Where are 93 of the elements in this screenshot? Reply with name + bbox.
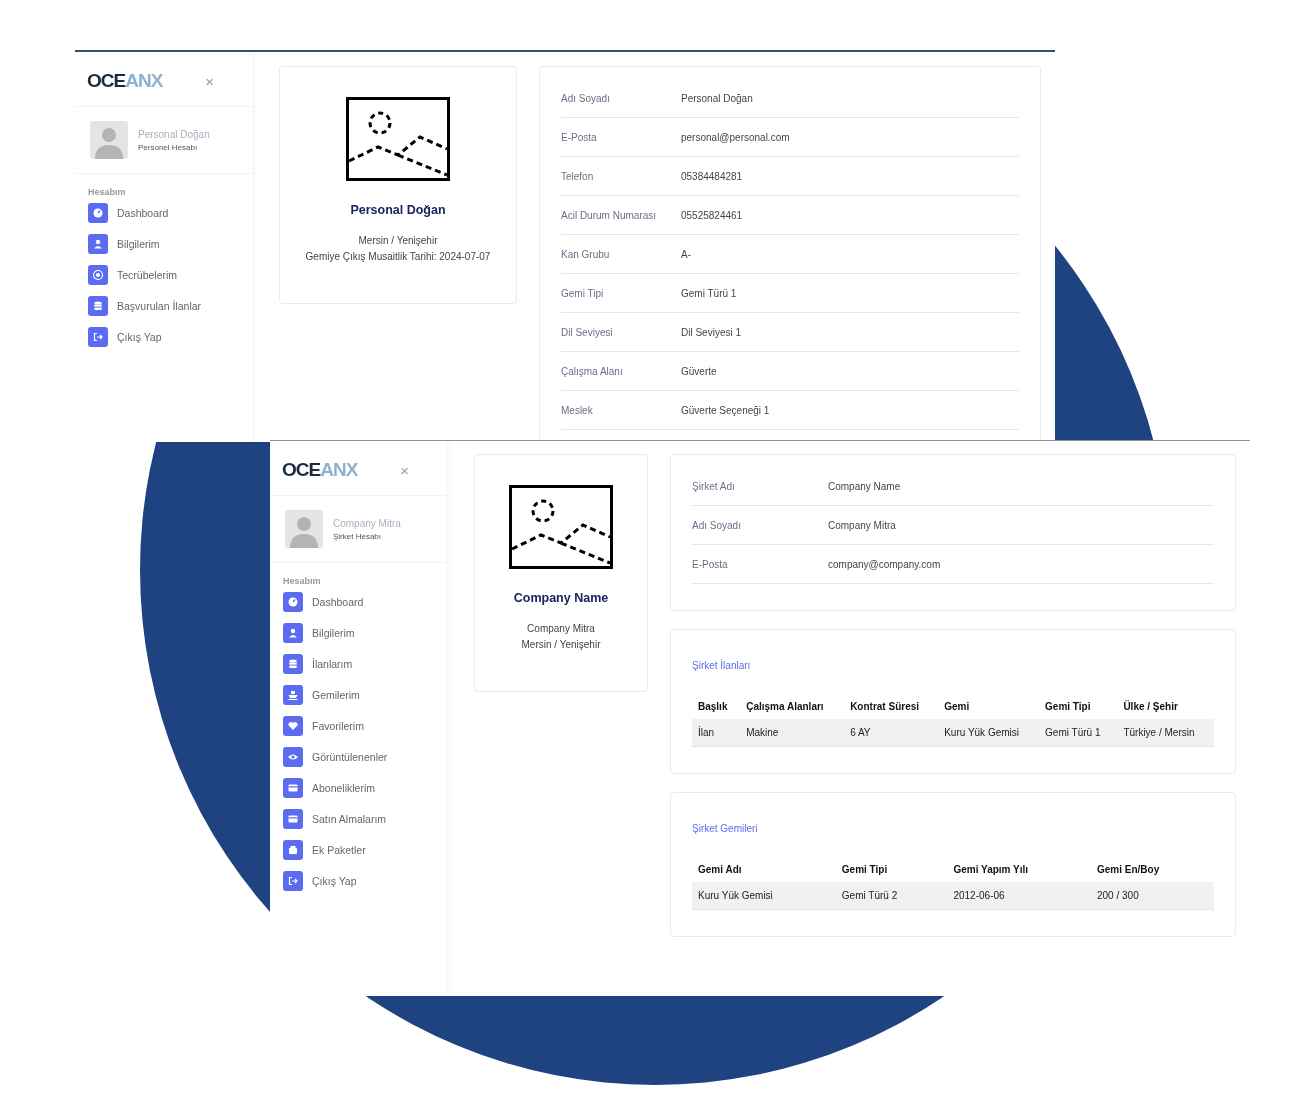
profile-info: Mersin / Yenişehir	[358, 234, 438, 248]
database-icon	[88, 296, 108, 316]
column-header: Gemi Tipi	[835, 858, 948, 882]
table-cell: Türkiye / Mersin	[1117, 719, 1214, 747]
ship-icon	[283, 685, 303, 705]
sidebar-item[interactable]: Görüntülenenler	[283, 747, 434, 767]
field-value: 05525824461	[681, 209, 743, 221]
gauge-icon	[283, 592, 303, 612]
column-header: Başlık	[692, 695, 741, 719]
column-header: Ülke / Şehir	[1117, 695, 1214, 719]
profile-info: Gemiye Çıkış Musaitlik Tarihi: 2024-07-07	[305, 250, 491, 264]
field-value: Personal Doğan	[681, 92, 753, 104]
logo: OCEANX	[282, 459, 358, 481]
table-cell: İlan	[692, 719, 741, 747]
user-icon	[283, 623, 303, 643]
profile-info: Mersin / Yenişehir	[521, 638, 601, 652]
field-label: E-Posta	[692, 558, 729, 570]
profile-name: Personal Doğan	[350, 203, 446, 217]
field-label: Şirket Adı	[692, 480, 736, 492]
field-label: Kan Grubu	[561, 248, 611, 260]
field-label: Çalışma Alanı	[561, 365, 624, 377]
field-label: Meslek	[561, 404, 594, 416]
column-header: Kontrat Süresi	[844, 695, 939, 719]
user-icon	[88, 234, 108, 254]
profile-info: Company Mitra	[527, 622, 595, 636]
field-label: Gemi Tipi	[561, 287, 605, 299]
table-title: Şirket İlanları	[692, 660, 752, 671]
sidebar-item[interactable]: Tecrübelerim	[88, 265, 239, 285]
field-label: Dil Seviyesi	[561, 326, 614, 338]
sidebar-item[interactable]: Çıkış Yap	[88, 327, 239, 347]
section-heading: Hesabım	[282, 575, 322, 588]
user-role: Şirket Hesabı	[333, 531, 383, 541]
column-header: Gemi	[938, 695, 1040, 719]
field-value: Company Mitra	[828, 519, 896, 531]
table-cell: Gemi Türü 2	[835, 882, 948, 910]
column-header: Çalışma Alanları	[740, 695, 845, 719]
field-value: Güverte Seçeneği 1	[681, 404, 770, 416]
gauge-icon	[88, 203, 108, 223]
field-label: Telefon	[561, 170, 595, 182]
section-heading: Hesabım	[87, 186, 127, 199]
sidebar-item[interactable]: Bilgilerim	[88, 234, 239, 254]
sidebar-item[interactable]: Başvurulan İlanlar	[88, 296, 239, 316]
field-value: Gemi Türü 1	[681, 287, 737, 299]
sidebar-item[interactable]: İlanlarım	[283, 654, 434, 674]
database-icon	[283, 654, 303, 674]
field-value: Dil Seviyesi 1	[681, 326, 742, 338]
sidebar-item[interactable]: Gemilerim	[283, 685, 434, 705]
image-placeholder-icon	[346, 97, 450, 181]
target-icon	[88, 265, 108, 285]
sidebar-item[interactable]: Ek Paketler	[283, 840, 434, 860]
field-value: company@company.com	[828, 558, 941, 570]
card-icon	[283, 778, 303, 798]
logout-icon	[283, 871, 303, 891]
field-value: 05384484281	[681, 170, 743, 182]
sidebar-item[interactable]: Favorilerim	[283, 716, 434, 736]
field-label: E-Posta	[561, 131, 598, 143]
image-placeholder-icon	[509, 485, 613, 569]
profile-name: Company Name	[513, 591, 609, 605]
avatar-icon	[90, 121, 128, 159]
table-cell: Makine	[740, 719, 845, 747]
sidebar-item[interactable]: Çıkış Yap	[283, 871, 434, 891]
field-label: Adı Soyadı	[692, 519, 742, 531]
sidebar-item[interactable]: Dashboard	[283, 592, 434, 612]
table-cell: 200 / 300	[1091, 882, 1214, 910]
column-header: Gemi Yapım Yılı	[947, 858, 1091, 882]
table-cell: 2012-06-06	[947, 882, 1091, 910]
sidebar-item[interactable]: Bilgilerim	[283, 623, 434, 643]
field-value: personal@personal.com	[681, 131, 790, 143]
field-value: A-	[681, 248, 691, 260]
table-title: Şirket Gemileri	[692, 823, 759, 834]
sidebar-item[interactable]: Aboneliklerim	[283, 778, 434, 798]
field-value: Company Name	[828, 480, 901, 492]
logout-icon	[88, 327, 108, 347]
table-cell: Gemi Türü 1	[1039, 719, 1118, 747]
sidebar-item[interactable]: Satın Almalarım	[283, 809, 434, 829]
card-icon	[283, 809, 303, 829]
box-icon	[283, 840, 303, 860]
user-name: Company Mitra	[333, 517, 401, 529]
column-header: Gemi Tipi	[1039, 695, 1118, 719]
table-cell: Kuru Yük Gemisi	[938, 719, 1040, 747]
column-header: Gemi En/Boy	[1091, 858, 1214, 882]
table-cell: 6 AY	[844, 719, 939, 747]
eye-icon	[283, 747, 303, 767]
field-value: Güverte	[681, 365, 717, 377]
table-cell: Kuru Yük Gemisi	[692, 882, 836, 910]
column-header: Gemi Adı	[692, 858, 836, 882]
user-role: Personel Hesabı	[138, 142, 199, 152]
user-name: Personal Doğan	[138, 128, 210, 140]
avatar-icon	[285, 510, 323, 548]
field-label: Adı Soyadı	[561, 92, 611, 104]
field-label: Acil Durum Numarası	[561, 209, 658, 221]
logo: OCEANX	[87, 70, 163, 92]
sidebar-item[interactable]: Dashboard	[88, 203, 239, 223]
